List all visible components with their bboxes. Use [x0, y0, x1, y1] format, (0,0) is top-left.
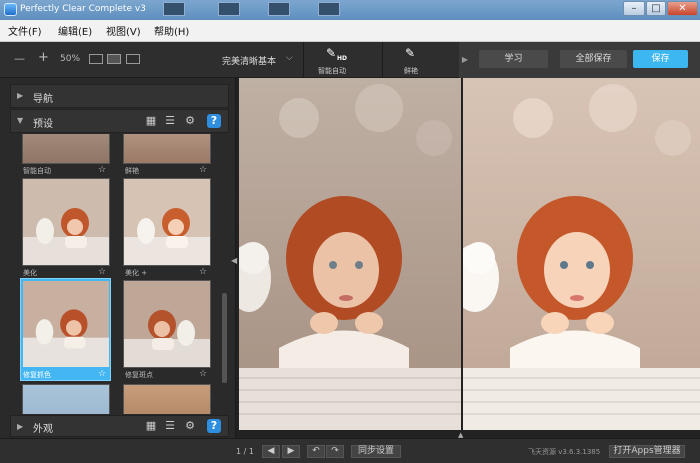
window-title: Perfectly Clear Complete v3 [20, 4, 146, 14]
brush-icon: ✎ [405, 46, 416, 60]
image-viewer: ◀ ▲ [231, 78, 700, 439]
preset-photo [23, 179, 109, 265]
favorite-star-icon[interactable]: ☆ [98, 165, 106, 175]
taskbar-thumb-icon[interactable] [268, 2, 290, 16]
section-navigation[interactable]: ▶ 导航 [10, 84, 229, 108]
favorite-star-icon[interactable]: ☆ [199, 165, 207, 175]
after-image[interactable] [463, 78, 700, 430]
menu-file[interactable]: 文件(F) [8, 23, 42, 38]
split-view-icon[interactable] [107, 54, 121, 64]
section-label: 导航 [33, 94, 53, 105]
title-bar: Perfectly Clear Complete v3 – □ ✕ [0, 0, 700, 20]
expand-arrow-icon: ▶ [17, 422, 24, 431]
menu-edit[interactable]: 编辑(E) [58, 23, 92, 38]
status-bar: 1 / 1 ◀ ▶ ↶ ↷ 同步设置 飞天资源 v3.6.3.1385 打开Ap… [0, 438, 700, 463]
zoom-in-button[interactable]: + [38, 50, 49, 65]
open-apps-manager-button[interactable]: 打开Apps管理器 [609, 445, 685, 458]
prev-image-button[interactable]: ◀ [262, 445, 280, 458]
preset-photo [124, 281, 210, 367]
preset-thumb[interactable] [23, 281, 109, 367]
help-icon[interactable]: ? [207, 419, 221, 433]
minimize-button[interactable]: – [623, 1, 645, 16]
taskbar-thumb-icon[interactable] [318, 2, 340, 16]
undo-icon[interactable]: ↶ [307, 445, 325, 458]
preset-thumb[interactable] [123, 134, 211, 164]
version-text: 飞天资源 v3.6.3.1385 [528, 448, 601, 456]
section-label: 预设 [33, 119, 53, 130]
learn-button[interactable]: 学习 [479, 50, 548, 68]
menu-bar: 文件(F) 编辑(E) 视图(V) 帮助(H) [0, 20, 700, 42]
tool-vivid[interactable]: ✎ 鲜艳 [382, 42, 438, 78]
preset-thumb[interactable] [22, 134, 110, 164]
collapse-arrow-icon: ▼ [17, 116, 24, 125]
preset-label: 美化 [23, 269, 37, 277]
save-all-button[interactable]: 全部保存 [560, 50, 627, 68]
single-view-icon[interactable] [89, 54, 103, 64]
after-photo [463, 78, 700, 430]
expand-right-icon[interactable]: ▶ [459, 42, 471, 78]
before-image[interactable] [239, 78, 461, 430]
menu-help[interactable]: 帮助(H) [154, 23, 189, 38]
sidebar: ▶ 导航 ▼ 预设 ▦ ☰ ⚙ ? 智能自动 ☆ 鲜艳 ☆ 美化 ☆ 美化 + … [0, 78, 236, 438]
close-button[interactable]: ✕ [667, 1, 698, 16]
section-presets[interactable]: ▼ 预设 ▦ ☰ ⚙ ? [10, 109, 229, 133]
preset-scrollbar[interactable] [222, 293, 227, 383]
menu-view[interactable]: 视图(V) [106, 23, 141, 38]
preset-label: 智能自动 [23, 167, 51, 175]
preset-label: 修复抓色 [23, 371, 51, 379]
sync-settings-button[interactable]: 同步设置 [351, 445, 401, 458]
preset-thumb[interactable] [123, 280, 211, 368]
expand-arrow-icon: ▶ [17, 91, 24, 100]
favorite-star-icon[interactable]: ☆ [199, 369, 207, 379]
tool-label: 智能自动 [318, 67, 346, 75]
app-logo-icon [4, 3, 17, 16]
gear-icon[interactable]: ⚙ [183, 114, 197, 128]
preset-label: 鲜艳 [125, 167, 139, 175]
redo-icon[interactable]: ↷ [326, 445, 344, 458]
favorite-star-icon[interactable]: ☆ [199, 267, 207, 277]
chevron-down-icon[interactable]: ⌵ [286, 53, 293, 63]
next-image-button[interactable]: ▶ [282, 445, 300, 458]
zoom-level: 50% [60, 54, 81, 64]
favorite-star-icon[interactable]: ☆ [98, 267, 106, 277]
preset-label: 美化 + [125, 269, 148, 277]
compare-view-icon[interactable] [126, 54, 140, 64]
hd-badge: HD [337, 55, 348, 62]
zoom-out-button[interactable]: — [14, 52, 25, 65]
maximize-button[interactable]: □ [646, 1, 666, 16]
preset-thumb[interactable] [22, 384, 110, 414]
gear-icon[interactable]: ⚙ [183, 419, 197, 433]
preset-thumb[interactable] [123, 178, 211, 266]
preset-photo [23, 281, 109, 367]
collapse-left-icon[interactable]: ◀ [231, 256, 237, 265]
preset-label: 修复斑点 [125, 371, 153, 379]
before-photo [239, 78, 461, 430]
preset-photo [124, 179, 210, 265]
taskbar-thumb-icon[interactable] [218, 2, 240, 16]
grid-view-icon[interactable]: ▦ [144, 114, 158, 128]
preset-grid: 智能自动 ☆ 鲜艳 ☆ 美化 ☆ 美化 + ☆ 修复抓色 ☆ 修复斑点 ☆ [10, 134, 222, 414]
tool-smart-auto[interactable]: ✎ HD 智能自动 [303, 42, 359, 78]
page-indicator: 1 / 1 [236, 447, 254, 456]
list-view-icon[interactable]: ☰ [163, 419, 177, 433]
help-icon[interactable]: ? [207, 114, 221, 128]
list-view-icon[interactable]: ☰ [163, 114, 177, 128]
brush-icon: ✎ [326, 46, 337, 60]
grid-view-icon[interactable]: ▦ [144, 419, 158, 433]
save-button[interactable]: 保存 [633, 50, 688, 68]
preset-dropdown[interactable]: 完美清晰基本 [222, 54, 276, 67]
section-label: 外观 [33, 424, 53, 435]
section-appearance[interactable]: ▶ 外观 ▦ ☰ ⚙ ? [10, 415, 229, 437]
preset-thumb[interactable] [22, 178, 110, 266]
tool-label: 鲜艳 [404, 67, 418, 75]
taskbar-thumb-icon[interactable] [163, 2, 185, 16]
favorite-star-icon[interactable]: ☆ [98, 369, 106, 379]
preset-thumb[interactable] [123, 384, 211, 414]
